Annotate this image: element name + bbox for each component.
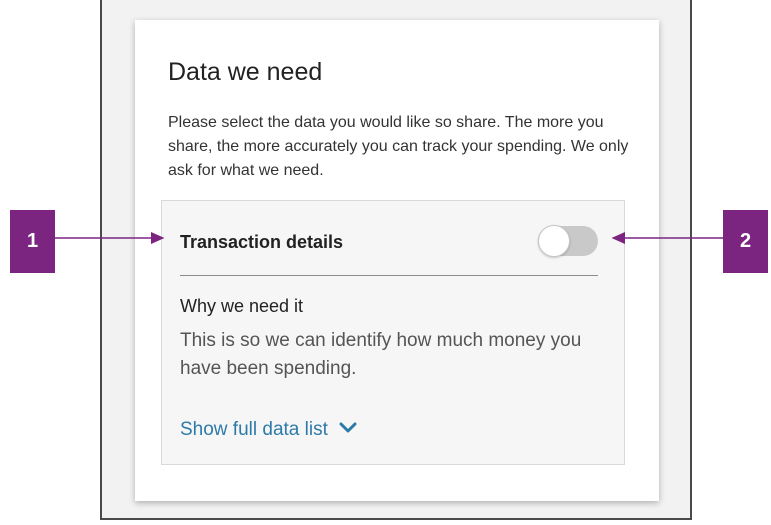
annotation-arrows [55,232,723,244]
